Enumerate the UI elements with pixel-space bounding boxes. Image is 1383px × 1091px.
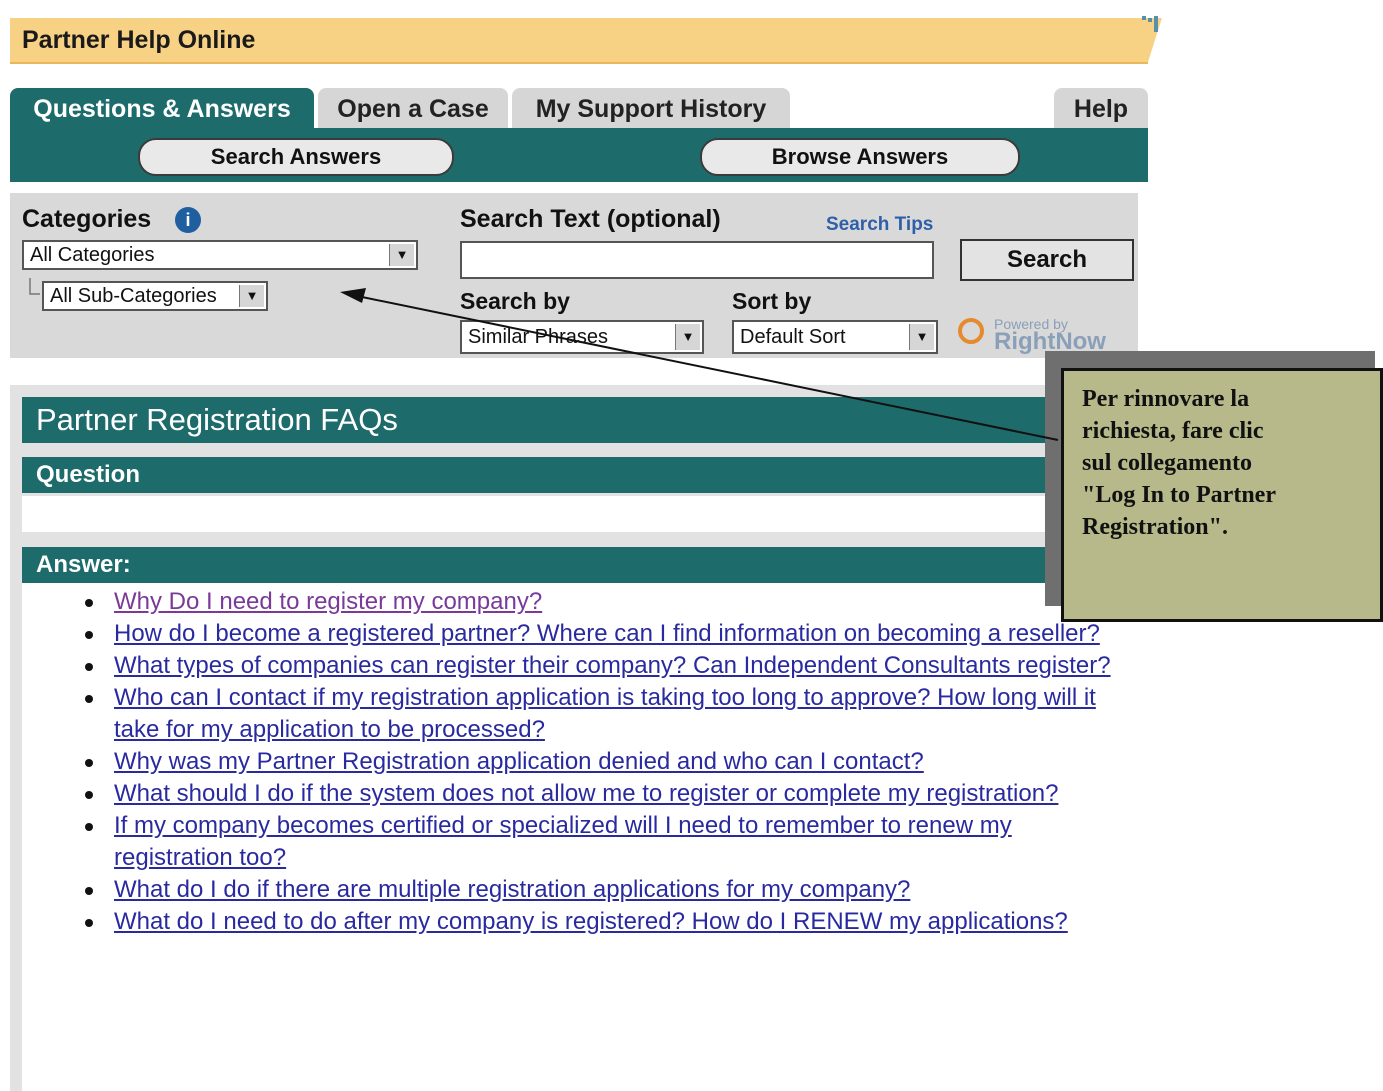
subcategory-select-value: All Sub-Categories: [50, 285, 217, 307]
faq-link-list: Why Do I need to register my company? Ho…: [85, 586, 1124, 938]
search-by-select[interactable]: Similar Phrases ▼: [460, 320, 704, 354]
list-item: If my company becomes certified or speci…: [85, 810, 1124, 874]
faq-link[interactable]: If my company becomes certified or speci…: [114, 812, 1012, 871]
callout-text: Per rinnovare la richiesta, fare clic su…: [1082, 386, 1276, 540]
app-title: Partner Help Online: [22, 26, 256, 54]
sort-by-value: Default Sort: [740, 326, 846, 348]
chevron-down-icon: ▼: [389, 244, 414, 266]
list-item: How do I become a registered partner? Wh…: [85, 618, 1124, 650]
tab-open-a-case[interactable]: Open a Case: [318, 88, 508, 128]
tab-my-support-history[interactable]: My Support History: [512, 88, 790, 128]
search-tips-link[interactable]: Search Tips: [826, 214, 933, 236]
list-item: What types of companies can register the…: [85, 650, 1124, 682]
search-text-label: Search Text (optional): [460, 205, 721, 233]
header-banner: Partner Help Online: [10, 18, 1162, 64]
list-item: Who can I contact if my registration app…: [85, 682, 1124, 746]
faq-link[interactable]: What do I need to do after my company is…: [114, 908, 1068, 935]
list-item: What do I do if there are multiple regis…: [85, 874, 1124, 906]
category-select[interactable]: All Categories ▼: [22, 240, 418, 270]
category-select-value: All Categories: [30, 244, 155, 266]
faq-link[interactable]: Who can I contact if my registration app…: [114, 684, 1096, 743]
powered-by-logo: Powered by RightNow: [958, 314, 1108, 355]
chevron-down-icon: ▼: [675, 324, 700, 350]
rightnow-logo-icon: [958, 318, 984, 344]
list-item: What should I do if the system does not …: [85, 778, 1124, 810]
tab-help[interactable]: Help: [1054, 88, 1148, 128]
subcategory-select[interactable]: All Sub-Categories ▼: [42, 281, 268, 311]
sort-by-label: Sort by: [732, 288, 812, 314]
faq-link[interactable]: Why was my Partner Registration applicat…: [114, 748, 924, 775]
answer-header: Answer:: [22, 547, 1138, 583]
search-by-label: Search by: [460, 288, 570, 314]
faq-link[interactable]: What types of companies can register the…: [114, 652, 1111, 679]
corner-decoration-icon: [1142, 16, 1158, 32]
list-item: Why was my Partner Registration applicat…: [85, 746, 1124, 778]
question-header: Question: [22, 457, 1138, 493]
question-body: [22, 496, 1138, 532]
faq-link[interactable]: What should I do if the system does not …: [114, 780, 1058, 807]
callout-box: Per rinnovare la richiesta, fare clic su…: [1061, 368, 1383, 622]
search-answers-button[interactable]: Search Answers: [138, 138, 454, 176]
faq-link[interactable]: What do I do if there are multiple regis…: [114, 876, 910, 903]
faq-link[interactable]: Why Do I need to register my company?: [114, 588, 542, 615]
search-by-value: Similar Phrases: [468, 326, 609, 348]
sort-by-select[interactable]: Default Sort ▼: [732, 320, 938, 354]
chevron-down-icon: ▼: [239, 285, 264, 307]
list-item: Why Do I need to register my company?: [85, 586, 1124, 618]
search-button[interactable]: Search: [960, 239, 1134, 281]
faq-link[interactable]: How do I become a registered partner? Wh…: [114, 620, 1100, 647]
chevron-down-icon: ▼: [909, 324, 934, 350]
categories-label: Categories: [22, 205, 152, 233]
tab-questions-answers[interactable]: Questions & Answers: [10, 88, 314, 128]
search-text-input[interactable]: [460, 241, 934, 279]
tree-connector-icon: [29, 278, 40, 295]
faq-title: Partner Registration FAQs: [22, 397, 1138, 443]
browse-answers-button[interactable]: Browse Answers: [700, 138, 1020, 176]
info-icon[interactable]: i: [175, 207, 201, 233]
list-item: What do I need to do after my company is…: [85, 906, 1124, 938]
